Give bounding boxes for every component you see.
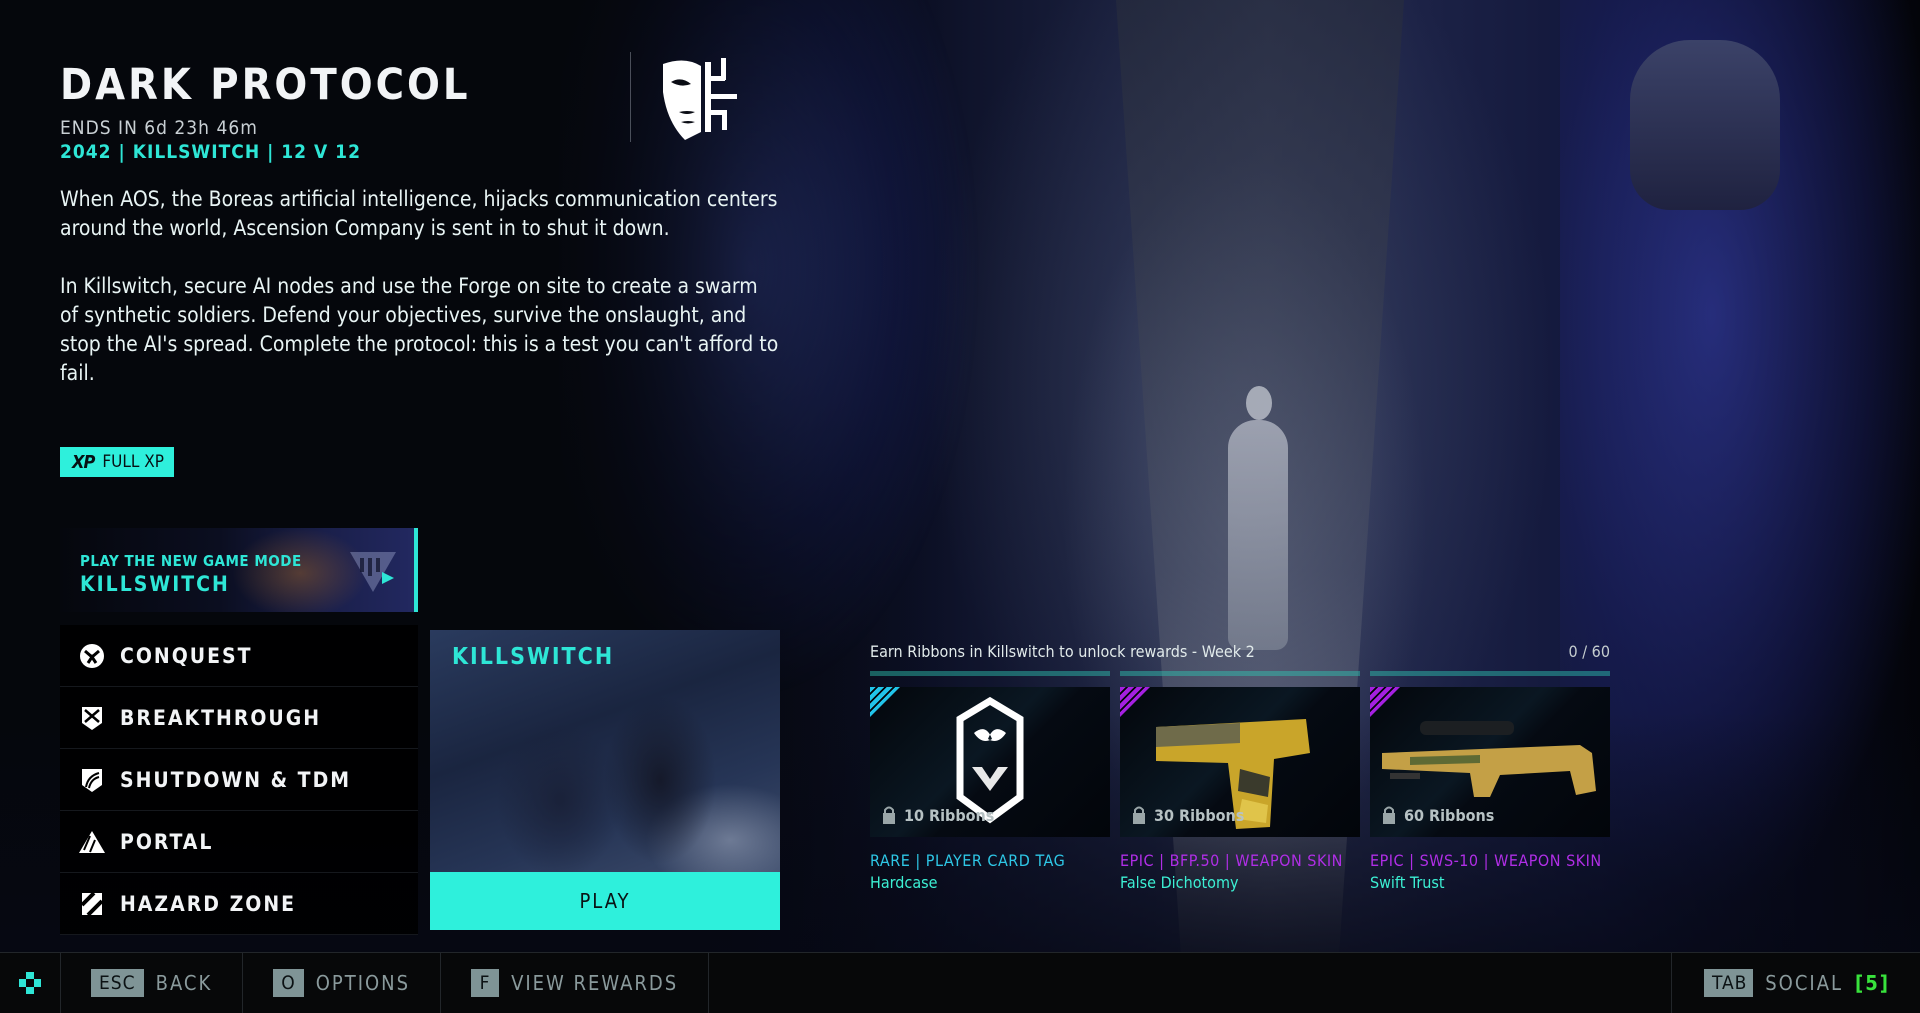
play-button[interactable]: PLAY [430,872,780,930]
breakthrough-icon [78,704,106,732]
key-hint-o: O [273,969,304,997]
promo-subtitle: PLAY THE NEW GAME MODE [80,552,302,570]
reward-cards: 10 Ribbons 30 Ribbons 60 Ribbons [870,687,1610,837]
options-label: OPTIONS [315,971,411,995]
footer-bar: ESC BACK O OPTIONS F VIEW REWARDS TAB SO… [0,952,1920,1013]
rewards-heading: Earn Ribbons in Killswitch to unlock rew… [870,642,1255,661]
reward-rarity-line: EPIC | BFP.50 | WEAPON SKIN [1120,851,1343,870]
reward-name: Swift Trust [1370,873,1445,892]
reward-info: EPIC | SWS-10 | WEAPON SKIN Swift Trust [1370,850,1610,894]
mode-label: PORTAL [120,829,214,854]
progress-tier-1 [870,671,1110,676]
event-title: DARK PROTOCOL [60,60,471,110]
game-mode-list: CONQUEST BREAKTHROUGH SHUTDOWN & TDM POR… [60,625,418,935]
reward-info: RARE | PLAYER CARD TAG Hardcase [870,850,1110,894]
requirement-label: 30 Ribbons [1154,805,1245,825]
social-count-badge: [5] [1855,971,1890,995]
mode-label: BREAKTHROUGH [120,705,322,730]
xp-icon: XP [72,451,95,473]
mask-circuit-emblem-icon [663,58,737,140]
reward-info: EPIC | BFP.50 | WEAPON SKIN False Dichot… [1120,850,1360,894]
reward-requirement: 10 Ribbons [882,805,994,825]
mode-label: HAZARD ZONE [120,891,297,916]
lock-icon [1133,806,1145,824]
header-divider [630,52,631,142]
key-hint-tab: TAB [1704,969,1754,997]
view-rewards-label: VIEW REWARDS [511,971,679,995]
xp-badge-label: FULL XP [102,452,164,472]
back-label: BACK [155,971,213,995]
view-rewards-button[interactable]: F VIEW REWARDS [441,953,710,1013]
portal-icon [78,828,106,856]
options-button[interactable]: O OPTIONS [243,953,442,1013]
reward-requirement: 60 Ribbons [1382,805,1494,825]
key-hint-f: F [471,969,500,997]
reward-card[interactable]: 60 Ribbons [1370,687,1610,837]
killswitch-mode-card[interactable]: KILLSWITCH PLAY [430,630,780,930]
rewards-progress-bar [870,671,1610,676]
footer-logo [0,953,61,1013]
mode-label: CONQUEST [120,643,253,668]
progress-tier-3 [1370,671,1610,676]
rewards-header: Earn Ribbons in Killswitch to unlock rew… [870,642,1610,661]
description-paragraph: In Killswitch, secure AI nodes and use t… [60,274,779,385]
killswitch-promo-banner[interactable]: PLAY THE NEW GAME MODE KILLSWITCH [60,528,418,612]
mode-item-conquest[interactable]: CONQUEST [60,625,418,687]
key-hint-esc: ESC [91,969,144,997]
dpad-logo-icon [19,972,41,994]
reward-name: False Dichotomy [1120,873,1239,892]
killswitch-logo-icon [350,552,396,592]
mode-item-shutdown-tdm[interactable]: SHUTDOWN & TDM [60,749,418,811]
hazard-zone-icon [78,890,106,918]
requirement-label: 10 Ribbons [904,805,995,825]
requirement-label: 60 Ribbons [1404,805,1495,825]
conquest-icon [78,642,106,670]
reward-requirement: 30 Ribbons [1132,805,1244,825]
reward-card[interactable]: 10 Ribbons [870,687,1110,837]
mode-item-hazard-zone[interactable]: HAZARD ZONE [60,873,418,935]
full-xp-badge: XP FULL XP [60,447,174,477]
social-button[interactable]: TAB SOCIAL [5] [1672,953,1920,1013]
description-paragraph: When AOS, the Boreas artificial intellig… [60,187,778,240]
reward-name: Hardcase [870,873,938,892]
event-meta: 2042 | KILLSWITCH | 12 V 12 [60,141,361,163]
promo-title: KILLSWITCH [80,572,230,596]
reward-rarity-line: EPIC | SWS-10 | WEAPON SKIN [1370,851,1602,870]
event-countdown: ENDS IN 6d 23h 46m [60,117,258,139]
mode-item-portal[interactable]: PORTAL [60,811,418,873]
back-button[interactable]: ESC BACK [61,953,244,1013]
reward-card[interactable]: 30 Ribbons [1120,687,1360,837]
reward-rarity-line: RARE | PLAYER CARD TAG [870,851,1066,870]
rewards-progress-count: 0 / 60 [1568,642,1610,661]
featured-mode-title: KILLSWITCH [452,644,615,670]
lock-icon [1383,806,1395,824]
social-label: SOCIAL [1765,971,1844,995]
mode-label: SHUTDOWN & TDM [120,767,352,792]
event-description: When AOS, the Boreas artificial intellig… [60,185,780,417]
mode-item-breakthrough[interactable]: BREAKTHROUGH [60,687,418,749]
shutdown-icon [78,766,106,794]
footer-spacer [709,953,1672,1013]
lock-icon [883,806,895,824]
progress-tier-2 [1120,671,1360,676]
